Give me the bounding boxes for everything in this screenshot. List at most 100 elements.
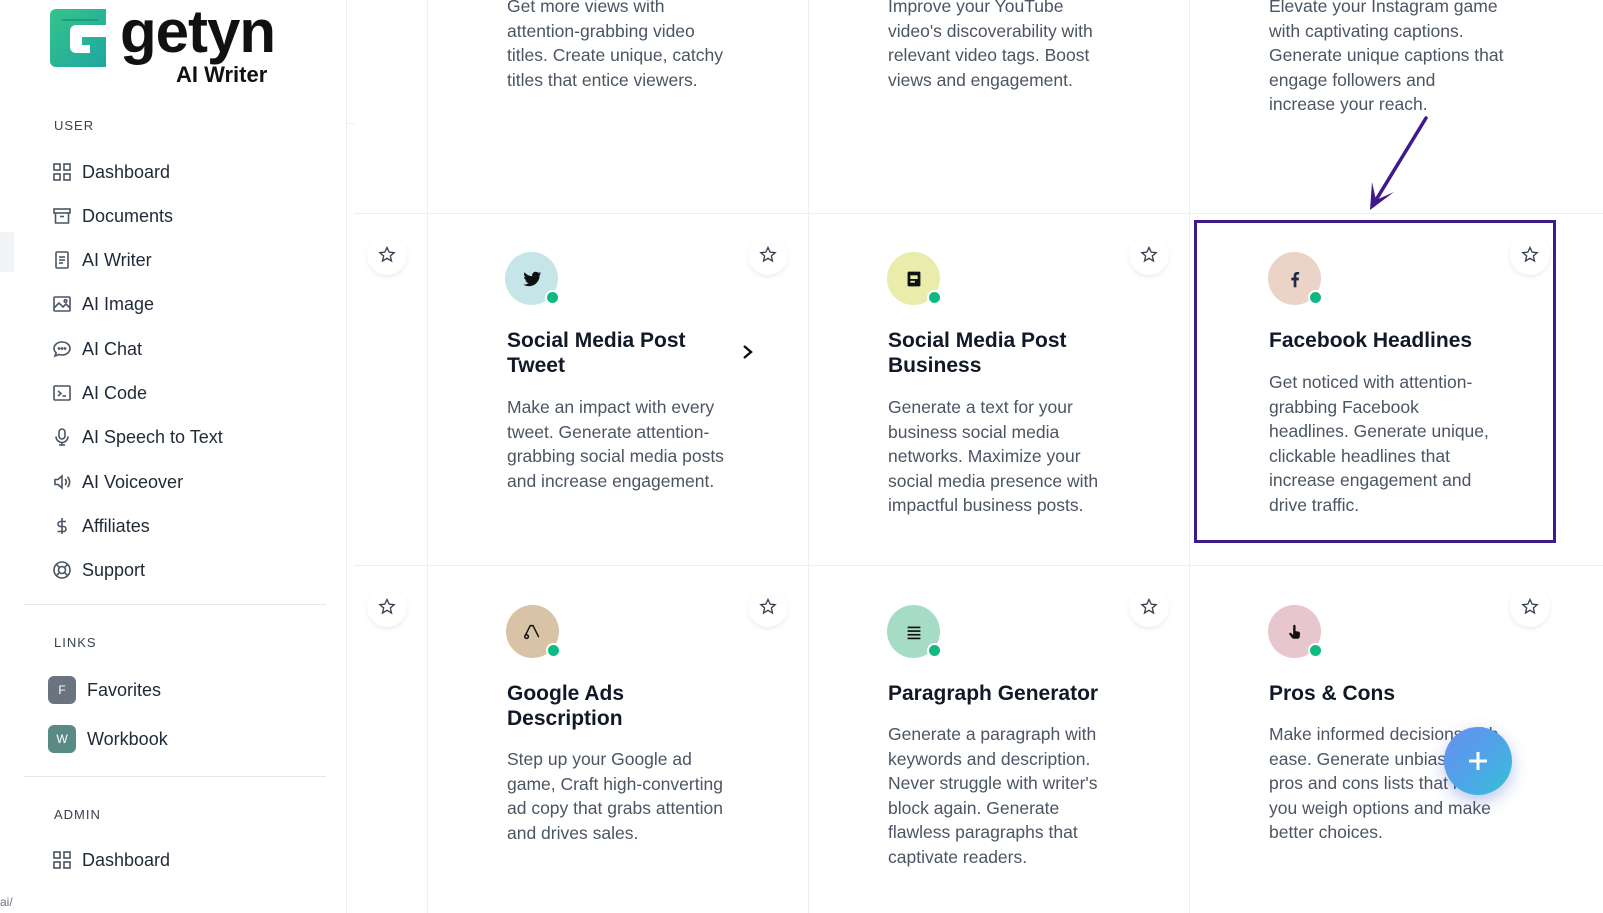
url-fragment: ai/ [0, 895, 13, 909]
link-badge: F [48, 676, 76, 704]
card-avatar [506, 605, 561, 658]
sidebar-item-ai-writer[interactable]: AI Writer [52, 245, 152, 275]
sidebar-item-affiliates[interactable]: Affiliates [52, 511, 150, 541]
file-text-icon [55, 251, 69, 269]
star-icon [759, 597, 777, 615]
card-description: Get more views with attention-grabbing v… [507, 0, 723, 90]
image-icon [53, 296, 71, 312]
sidebar-item-label: AI Code [82, 382, 148, 403]
grid-line [808, 0, 809, 913]
favorite-star-button[interactable] [367, 587, 407, 627]
online-status-dot [927, 643, 942, 658]
grid-line [427, 0, 428, 913]
chat-bubble-icon [53, 341, 71, 358]
highlight-box [1194, 220, 1556, 543]
card-avatar [887, 252, 942, 305]
favorite-star-button[interactable] [1510, 587, 1550, 627]
sidebar-item-label: Documents [82, 205, 174, 226]
star-icon [378, 245, 396, 263]
link-workbook[interactable]: W Workbook [48, 724, 168, 754]
card-avatar [1268, 605, 1323, 658]
star-icon [759, 245, 777, 263]
brand-name: getyn [120, 0, 276, 65]
sidebar-item-label: AI Writer [82, 249, 152, 270]
grid-line [1189, 0, 1190, 913]
online-status-dot [546, 643, 561, 658]
dollar-icon [57, 518, 67, 534]
card-description: Generate a paragraph with keywords and d… [888, 724, 1098, 867]
favorite-star-button[interactable] [748, 587, 788, 627]
terminal-icon [53, 385, 71, 401]
sidebar-item-label: AI Voiceover [82, 471, 184, 492]
pointer-hand-icon [1288, 624, 1300, 639]
favorite-star-button[interactable] [1129, 235, 1169, 275]
card-description: Make an impact with every tweet. Generat… [507, 397, 724, 491]
add-fab-button[interactable] [1444, 727, 1512, 795]
online-status-dot [545, 290, 560, 305]
sidebar-item-ai-chat[interactable]: AI Chat [52, 334, 142, 364]
annotation-arrow-icon [1370, 116, 1428, 210]
plus-icon [1469, 752, 1487, 770]
grid-icon [53, 163, 71, 181]
section-label-admin: ADMIN [54, 807, 101, 822]
sidebar-item-support[interactable]: Support [52, 555, 145, 585]
sidebar-item-ai-voiceover[interactable]: AI Voiceover [52, 467, 183, 497]
sidebar-item-admin-dashboard[interactable]: Dashboard [52, 845, 170, 875]
card-avatar [887, 605, 942, 658]
card-description: Generate a text for your business social… [888, 397, 1099, 515]
sidebar-item-label: AI Image [82, 293, 155, 314]
sidebar-item-documents[interactable]: Documents [52, 201, 173, 231]
favorite-star-button[interactable] [367, 235, 407, 275]
sidebar-item-ai-code[interactable]: AI Code [52, 378, 147, 408]
section-label-user: USER [54, 118, 95, 133]
sidebar: ai/ getyn AI Writer USER Dashboard Docum… [0, 0, 347, 913]
card-title: Google Ads Description [507, 682, 625, 730]
card-title: Paragraph Generator [888, 682, 1099, 705]
star-icon [1521, 597, 1539, 615]
card-title: Social Media Post Business [888, 329, 1067, 377]
card-description: Improve your YouTube video's discoverabi… [888, 0, 1093, 90]
paragraph-icon [907, 626, 920, 639]
speaker-icon [54, 474, 71, 490]
link-badge: W [48, 725, 76, 753]
brand-subtitle: AI Writer [176, 62, 268, 87]
grid-icon [53, 851, 71, 869]
link-label: Favorites [87, 679, 162, 700]
sidebar-item-dashboard[interactable]: Dashboard [52, 157, 170, 187]
link-favorites[interactable]: F Favorites [48, 675, 161, 705]
sidebar-item-ai-speech-to-text[interactable]: AI Speech to Text [52, 422, 223, 452]
online-status-dot [1308, 643, 1323, 658]
favorite-star-button[interactable] [748, 235, 788, 275]
section-label-links: LINKS [54, 635, 97, 650]
archive-icon [53, 208, 71, 224]
link-label: Workbook [87, 728, 168, 749]
card-avatar [505, 252, 560, 305]
star-icon [378, 597, 396, 615]
card-title: Social Media Post Tweet [507, 329, 686, 377]
card-title: Pros & Cons [1269, 682, 1396, 705]
star-icon [1140, 597, 1158, 615]
twitter-icon [522, 271, 541, 286]
sidebar-item-label: Support [82, 559, 146, 580]
sidebar-item-label: AI Chat [82, 338, 143, 359]
sidebar-item-ai-image[interactable]: AI Image [52, 289, 154, 319]
panel-edge [0, 232, 14, 272]
sidebar-divider [24, 776, 326, 777]
chevron-right-icon[interactable] [741, 342, 755, 362]
brand-logo[interactable]: getyn AI Writer [48, 0, 308, 87]
sidebar-divider [24, 604, 326, 605]
google-ads-icon [523, 624, 539, 639]
grid-line [354, 565, 1603, 566]
online-status-dot [927, 290, 942, 305]
grid-tick [346, 123, 354, 124]
favorite-star-button[interactable] [1129, 587, 1169, 627]
sidebar-item-label: Affiliates [82, 515, 150, 536]
logo-mark-icon [50, 9, 106, 67]
card-description: Step up your Google ad game, Craft high-… [507, 749, 723, 843]
lifebuoy-icon [53, 561, 71, 579]
sidebar-item-label: Dashboard [82, 849, 171, 870]
star-icon [1140, 245, 1158, 263]
card-description: Elevate your Instagram game with captiva… [1269, 0, 1504, 114]
sidebar-item-label: AI Speech to Text [82, 426, 223, 447]
microphone-icon [55, 428, 69, 446]
